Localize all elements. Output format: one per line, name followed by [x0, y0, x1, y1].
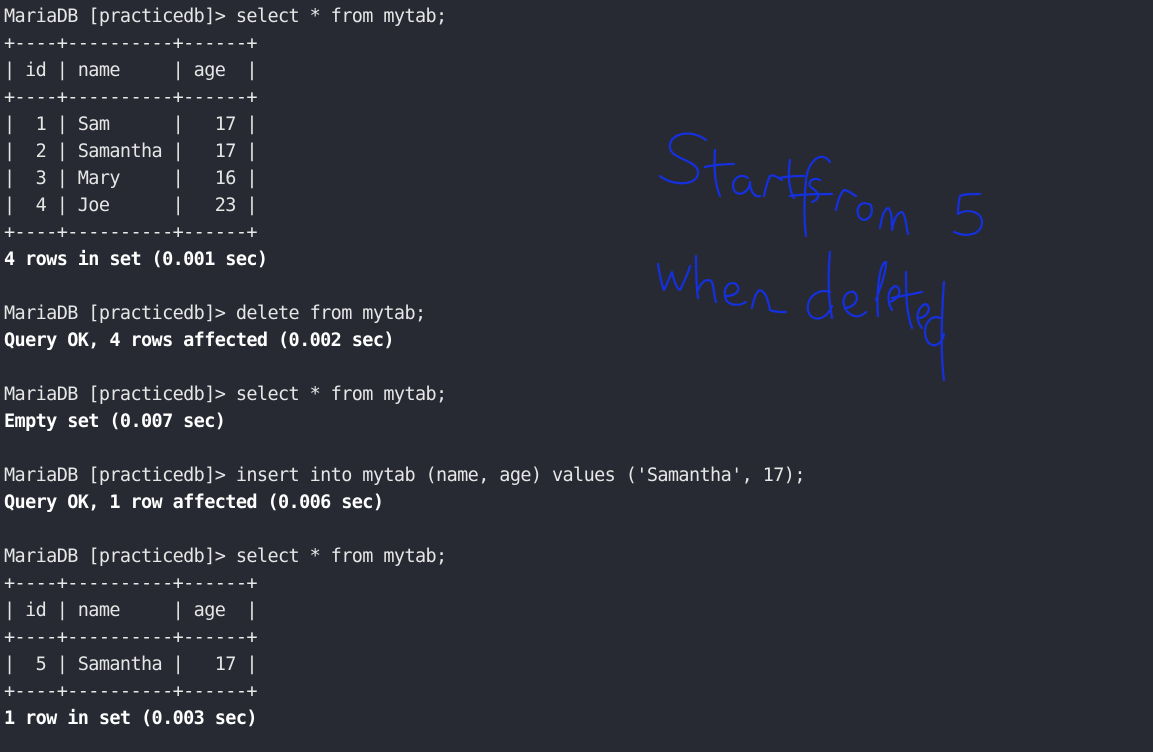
table-border: +----+----------+------+ [4, 33, 258, 54]
table-row: | 4 | Joe | 23 | [4, 195, 258, 216]
table-border: +----+----------+------+ [4, 87, 258, 108]
table-border: +----+----------+------+ [4, 222, 258, 243]
command-line: MariaDB [practicedb]> select * from myta… [4, 6, 447, 27]
table-row: | id | name | age | [4, 600, 258, 621]
terminal-window: { "terminal": { "lines": [ {"text": "Mar… [0, 0, 1153, 752]
result-message: 1 row in set (0.003 sec) [4, 708, 258, 729]
table-row: | id | name | age | [4, 60, 258, 81]
terminal-output[interactable]: MariaDB [practicedb]> select * from myta… [4, 3, 1144, 732]
result-message: Empty set (0.007 sec) [4, 411, 226, 432]
command-line: MariaDB [practicedb]> select * from myta… [4, 546, 447, 567]
table-row: | 3 | Mary | 16 | [4, 168, 258, 189]
table-border: +----+----------+------+ [4, 627, 258, 648]
table-row: | 5 | Samantha | 17 | [4, 654, 258, 675]
result-message: 4 rows in set (0.001 sec) [4, 249, 268, 270]
table-row: | 1 | Sam | 17 | [4, 114, 258, 135]
command-line: MariaDB [practicedb]> select * from myta… [4, 384, 447, 405]
table-border: +----+----------+------+ [4, 681, 258, 702]
table-border: +----+----------+------+ [4, 573, 258, 594]
command-line: MariaDB [practicedb]> insert into mytab … [4, 465, 805, 486]
result-message: Query OK, 4 rows affected (0.002 sec) [4, 330, 395, 351]
table-row: | 2 | Samantha | 17 | [4, 141, 258, 162]
result-message: Query OK, 1 row affected (0.006 sec) [4, 492, 384, 513]
command-line: MariaDB [practicedb]> delete from mytab; [4, 303, 426, 324]
